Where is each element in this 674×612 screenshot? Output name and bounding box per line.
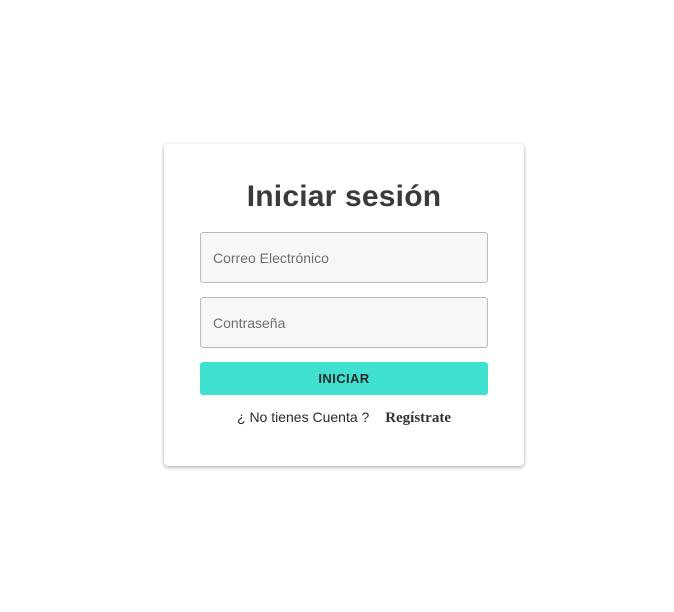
- login-button[interactable]: INICIAR: [200, 362, 488, 395]
- login-card: Iniciar sesión INICIAR ¿ No tienes Cuent…: [164, 144, 524, 466]
- password-field[interactable]: [200, 297, 488, 348]
- page-title: Iniciar sesión: [246, 180, 442, 213]
- register-row: ¿ No tienes Cuenta ? Regístrate: [164, 409, 524, 427]
- page: Iniciar sesión INICIAR ¿ No tienes Cuent…: [0, 0, 674, 612]
- email-field[interactable]: [200, 232, 488, 283]
- register-question: ¿ No tienes Cuenta ?: [237, 409, 370, 425]
- register-link[interactable]: Regístrate: [385, 410, 451, 426]
